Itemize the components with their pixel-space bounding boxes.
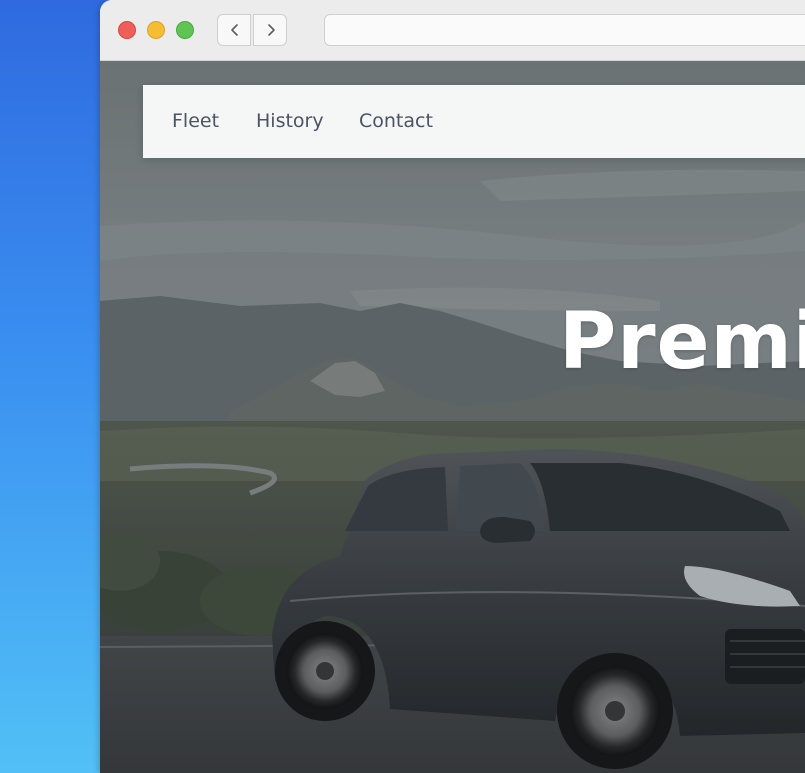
forward-button[interactable] bbox=[253, 14, 287, 46]
site-navigation: Fleet History Contact bbox=[143, 85, 805, 158]
nav-link-history[interactable]: History bbox=[256, 110, 324, 132]
chevron-right-icon bbox=[268, 24, 275, 36]
web-page: Fleet History Contact Premi bbox=[100, 61, 805, 773]
minimize-button[interactable] bbox=[147, 21, 165, 39]
chevron-left-icon bbox=[231, 24, 238, 36]
browser-toolbar bbox=[100, 0, 805, 61]
hero-title: Premi bbox=[559, 297, 805, 387]
nav-link-contact[interactable]: Contact bbox=[359, 110, 433, 132]
nav-link-fleet[interactable]: Fleet bbox=[172, 110, 219, 132]
zoom-button[interactable] bbox=[176, 21, 194, 39]
browser-window: Fleet History Contact Premi bbox=[100, 0, 805, 773]
close-button[interactable] bbox=[118, 21, 136, 39]
hero-image bbox=[100, 61, 805, 773]
address-bar[interactable] bbox=[324, 14, 805, 46]
back-button[interactable] bbox=[217, 14, 251, 46]
